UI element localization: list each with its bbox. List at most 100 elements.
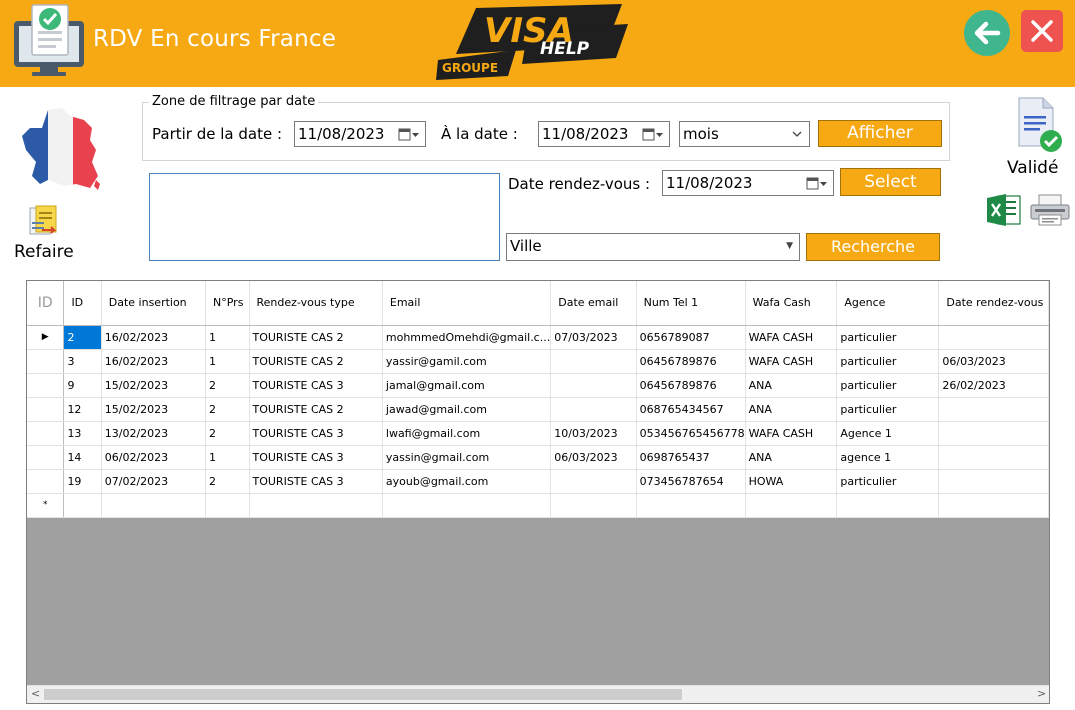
- table-cell[interactable]: jamal@gmail.com: [382, 373, 552, 398]
- table-cell[interactable]: [836, 493, 940, 518]
- calendar-dropdown-icon[interactable]: [642, 128, 664, 141]
- table-cell[interactable]: 06/03/2023: [550, 445, 637, 470]
- appointments-grid[interactable]: ID ID Date insertion N°Prs Rendez-vous t…: [26, 280, 1050, 704]
- table-cell[interactable]: [550, 493, 637, 518]
- new-row[interactable]: *: [27, 493, 1049, 518]
- table-cell[interactable]: particulier: [836, 397, 940, 422]
- table-cell[interactable]: yassir@gamil.com: [382, 349, 552, 374]
- table-cell[interactable]: [550, 349, 637, 374]
- from-date-picker[interactable]: 11/08/2023: [294, 121, 426, 147]
- table-cell[interactable]: 053456765456778: [636, 421, 746, 446]
- table-cell[interactable]: 06456789876: [636, 349, 746, 374]
- table-cell[interactable]: 068765434567: [636, 397, 746, 422]
- ville-select[interactable]: Ville ▼: [506, 233, 800, 261]
- excel-icon[interactable]: [986, 193, 1022, 227]
- valide-button[interactable]: Validé: [1007, 158, 1058, 178]
- to-date-picker[interactable]: 11/08/2023: [538, 121, 670, 147]
- horizontal-scrollbar[interactable]: < >: [27, 685, 1049, 703]
- table-cell[interactable]: HOWA: [745, 469, 838, 494]
- period-select[interactable]: mois: [679, 121, 810, 147]
- table-cell[interactable]: [249, 493, 383, 518]
- table-cell[interactable]: WAFA CASH: [745, 421, 838, 446]
- table-cell[interactable]: 06456789876: [636, 373, 746, 398]
- table-cell[interactable]: [938, 325, 1049, 350]
- notes-textarea[interactable]: [149, 173, 500, 261]
- column-header[interactable]: Rendez-vous type: [249, 281, 383, 326]
- row-header[interactable]: [27, 469, 65, 494]
- refaire-button[interactable]: Refaire: [14, 242, 74, 262]
- row-header[interactable]: ▶: [27, 325, 65, 350]
- table-row[interactable]: 14 06/02/2023 1 TOURISTE CAS 3 yassin@gmail.…: [27, 445, 1049, 470]
- table-cell[interactable]: TOURISTE CAS 3: [249, 445, 383, 470]
- scroll-left-icon[interactable]: <: [31, 687, 40, 700]
- row-header[interactable]: [27, 373, 65, 398]
- table-row[interactable]: 13 13/02/2023 2 TOURISTE CAS 3 lwafi@gmail.c…: [27, 421, 1049, 446]
- table-cell[interactable]: 073456787654: [636, 469, 746, 494]
- table-row[interactable]: 3 16/02/2023 1 TOURISTE CAS 2 yassir@gamil.c…: [27, 349, 1049, 374]
- table-cell[interactable]: 3: [63, 349, 102, 374]
- table-cell[interactable]: particulier: [836, 373, 940, 398]
- table-row[interactable]: 12 15/02/2023 2 TOURISTE CAS 2 jawad@gmail.c…: [27, 397, 1049, 422]
- table-cell[interactable]: [636, 493, 746, 518]
- scroll-right-icon[interactable]: >: [1037, 687, 1046, 700]
- table-cell[interactable]: [550, 397, 637, 422]
- select-button[interactable]: Select: [840, 168, 941, 196]
- column-header[interactable]: Date rendez-vous: [938, 281, 1049, 326]
- table-cell[interactable]: 15/02/2023: [101, 373, 207, 398]
- column-header[interactable]: Date email: [550, 281, 637, 326]
- table-cell[interactable]: ANA: [745, 445, 838, 470]
- recherche-button[interactable]: Recherche: [806, 233, 940, 261]
- table-cell[interactable]: WAFA CASH: [745, 349, 838, 374]
- column-header[interactable]: N°Prs: [205, 281, 250, 326]
- table-row[interactable]: 19 07/02/2023 2 TOURISTE CAS 3 ayoub@gmail.c…: [27, 469, 1049, 494]
- table-cell[interactable]: [938, 421, 1049, 446]
- table-cell[interactable]: 2: [205, 373, 250, 398]
- table-cell[interactable]: agence 1: [836, 445, 940, 470]
- column-header[interactable]: Agence: [836, 281, 940, 326]
- table-cell[interactable]: TOURISTE CAS 3: [249, 373, 383, 398]
- table-cell[interactable]: [745, 493, 838, 518]
- table-cell[interactable]: 2: [63, 325, 102, 350]
- table-cell[interactable]: particulier: [836, 469, 940, 494]
- table-cell[interactable]: [938, 469, 1049, 494]
- table-cell[interactable]: 1: [205, 445, 250, 470]
- table-cell[interactable]: TOURISTE CAS 3: [249, 421, 383, 446]
- back-button[interactable]: [964, 10, 1010, 56]
- calendar-dropdown-icon[interactable]: [398, 128, 420, 141]
- table-cell[interactable]: [938, 445, 1049, 470]
- table-cell[interactable]: TOURISTE CAS 2: [249, 397, 383, 422]
- table-cell[interactable]: 1: [205, 325, 250, 350]
- table-cell[interactable]: 13/02/2023: [101, 421, 207, 446]
- rdv-date-picker[interactable]: 11/08/2023: [662, 170, 834, 196]
- calendar-dropdown-icon[interactable]: [806, 177, 828, 190]
- row-header[interactable]: [27, 349, 65, 374]
- table-cell[interactable]: 07/02/2023: [101, 469, 207, 494]
- table-cell[interactable]: 12: [63, 397, 102, 422]
- table-cell[interactable]: [550, 373, 637, 398]
- table-cell[interactable]: yassin@gmail.com: [382, 445, 552, 470]
- table-cell[interactable]: 16/02/2023: [101, 325, 207, 350]
- scrollbar-thumb[interactable]: [44, 689, 682, 700]
- table-cell[interactable]: ANA: [745, 373, 838, 398]
- table-cell[interactable]: 13: [63, 421, 102, 446]
- afficher-button[interactable]: Afficher: [818, 120, 942, 147]
- table-cell[interactable]: particulier: [836, 349, 940, 374]
- table-cell[interactable]: mohmmedOmehdi@gmail.c...: [382, 325, 552, 350]
- column-header[interactable]: Wafa Cash: [745, 281, 838, 326]
- column-header[interactable]: Num Tel 1: [636, 281, 746, 326]
- table-cell[interactable]: 16/02/2023: [101, 349, 207, 374]
- table-cell[interactable]: 1: [205, 349, 250, 374]
- table-cell[interactable]: 15/02/2023: [101, 397, 207, 422]
- table-cell[interactable]: [382, 493, 552, 518]
- table-cell[interactable]: 07/03/2023: [550, 325, 637, 350]
- column-header[interactable]: ID: [63, 281, 102, 326]
- refresh-document-icon[interactable]: [24, 204, 60, 240]
- table-cell[interactable]: ayoub@gmail.com: [382, 469, 552, 494]
- printer-icon[interactable]: [1029, 193, 1071, 227]
- table-cell[interactable]: [63, 493, 102, 518]
- column-header[interactable]: Date insertion: [101, 281, 207, 326]
- table-cell[interactable]: TOURISTE CAS 2: [249, 349, 383, 374]
- table-cell[interactable]: 2: [205, 469, 250, 494]
- column-header[interactable]: Email: [382, 281, 552, 326]
- table-cell[interactable]: 0656789087: [636, 325, 746, 350]
